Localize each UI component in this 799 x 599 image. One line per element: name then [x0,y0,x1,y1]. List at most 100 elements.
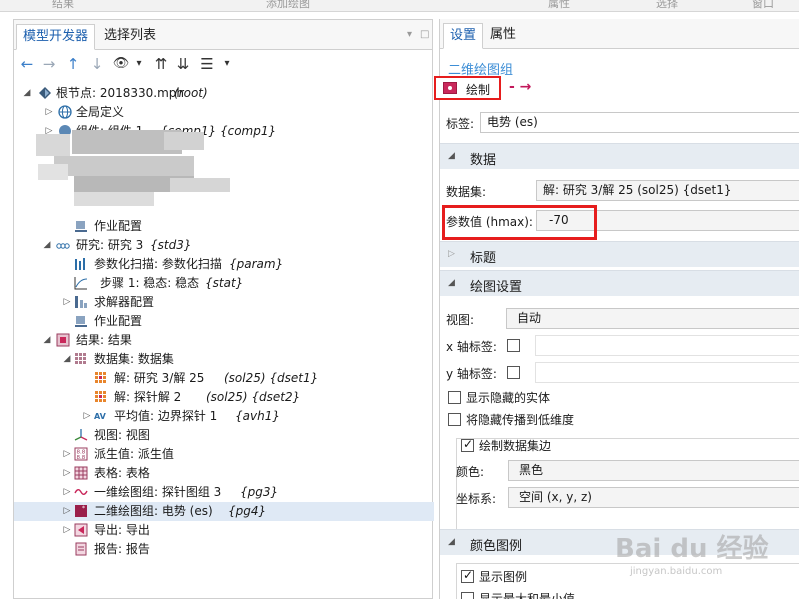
tree-node-parametric-sweep[interactable]: 参数化扫描: 参数化扫描 {param} [14,255,434,274]
label-input[interactable]: 电势 (es) [480,112,799,133]
expand-icon[interactable]: ▷ [44,103,54,122]
tree-node-label: 一维绘图组: 探针图组 3 [94,485,222,499]
tree-node-job-configurations-2[interactable]: 作业配置 [14,312,434,331]
collapse-icon[interactable]: ◢ [22,84,32,103]
section-color-legend-title: 颜色图例 [470,539,523,554]
expand-icon[interactable]: ▷ [62,521,72,540]
tree-node-root[interactable]: ◢ 根节点: 2018330.mph (root) [14,84,434,103]
move-down-icon[interactable]: ↓ [88,55,106,73]
expand-icon[interactable]: ▷ [62,502,72,521]
dataset-select[interactable]: 解: 研究 3/解 25 (sol25) {dset1} [536,180,799,201]
tree-node-results[interactable]: ◢ 结果: 结果 [14,331,434,350]
view-row: 视图: 自动 [440,306,799,330]
tab-settings[interactable]: 设置 [443,23,484,49]
tab-selection-list[interactable]: 选择列表 [98,24,162,50]
tree-node-job-configurations[interactable]: 作业配置 [14,217,434,236]
x-label-row: x 轴标签: [440,333,799,357]
reports-icon [75,542,87,556]
right-tabs: 设置 属性 [440,19,799,49]
tree-node-views[interactable]: 视图: 视图 [14,426,434,445]
ribbon-selection[interactable]: 选择 [656,0,678,11]
tree-node-solution-dset1[interactable]: 解: 研究 3/解 25 (sol25) {dset1} [14,369,434,388]
section-plot-settings[interactable]: ◢ 绘图设置 [440,270,799,296]
tree-node-tag: {pg3} [240,485,279,499]
expand-icon[interactable]: ▷ [62,445,72,464]
expand-icon[interactable]: ▷ [62,293,72,312]
tree-node-datasets[interactable]: ◢ 数据集: 数据集 [14,350,434,369]
show-hidden-checkbox[interactable] [448,391,461,404]
study-icon [56,243,70,249]
section-title-title: 标题 [470,251,497,266]
list-menu-icon[interactable]: ☰ [198,55,216,73]
tree-node-derived-values[interactable]: ▷ 8.8 8.8 派生值: 派生值 [14,445,434,464]
expand-icon[interactable]: ▷ [62,464,72,483]
show-legend-checkbox[interactable] [461,568,474,583]
collapse-all-icon[interactable]: ⇊ [174,55,192,73]
dataset-label: 数据集: [446,185,487,199]
tree-node-tables[interactable]: ▷ 表格: 表格 [14,464,434,483]
tree-node-global-definitions[interactable]: ▷ 全局定义 [14,103,434,122]
panel-maximize-icon[interactable]: □ [420,29,429,40]
expand-icon[interactable]: ▷ [82,407,92,426]
tree-node-2d-plot-group[interactable]: ▷ * 二维绘图组: 电势 (es) {pg4} [14,502,434,521]
color-row: 颜色: 黑色 [450,458,799,482]
tree-node-step-stationary[interactable]: 步骤 1: 稳态: 稳态 {stat} [14,274,434,293]
expand-icon[interactable]: ▷ [62,483,72,502]
tree-node-reports[interactable]: 报告: 报告 [14,540,434,559]
panel-menu-icon[interactable]: ▾ [407,29,412,40]
obscured-block [170,178,230,192]
tab-model-builder[interactable]: 模型开发器 [16,24,96,50]
back-arrow-icon[interactable]: ← [18,55,36,73]
move-up-icon[interactable]: ↑ [64,55,82,73]
x-label-checkbox[interactable] [507,339,520,352]
tree-node-label: 作业配置 [94,314,143,328]
tree-node-1d-plot-group[interactable]: ▷ 一维绘图组: 探针图组 3 {pg3} [14,483,434,502]
tree-node-tag: {pg4} [228,504,267,518]
tree-node-probe-solution-dset2[interactable]: 解: 探针解 2 (sol25) {dset2} [14,388,434,407]
list-menu-dropdown-icon[interactable]: ▾ [218,55,236,73]
show-minmax-checkbox[interactable] [461,592,474,599]
ribbon-add-plot[interactable]: 添加绘图 [266,0,310,11]
expand-all-icon[interactable]: ⇈ [152,55,170,73]
tree-node-label: 平均值: 边界探针 1 [114,409,218,423]
color-select[interactable]: 黑色 [508,460,799,481]
view-eye-icon[interactable]: 👁 [112,55,130,73]
solution-dataset-icon [95,372,106,383]
tree-node-study[interactable]: ◢ 研究: 研究 3 {std3} [14,236,434,255]
frame-select[interactable]: 空间 (x, y, z) [508,487,799,508]
x-label-input[interactable] [535,335,799,356]
y-label-checkbox[interactable] [507,366,520,379]
section-data[interactable]: ◢ 数据 [440,143,799,169]
view-dropdown-icon[interactable]: ▾ [130,55,148,73]
collapse-icon[interactable]: ◢ [42,331,52,350]
obscured-block [164,132,204,150]
plot-button[interactable]: 绘制 [434,76,501,100]
tree-node-label: 解: 探针解 2 [114,390,182,404]
collapse-icon[interactable]: ◢ [42,236,52,255]
section-title[interactable]: ▷ 标题 [440,241,799,267]
svg-text:8.8: 8.8 [77,455,86,461]
ribbon-window[interactable]: 窗口 [752,0,774,11]
propagate-hidden-checkbox[interactable] [448,413,461,426]
stationary-step-icon [74,277,88,290]
ribbon-properties[interactable]: 属性 [548,0,570,11]
tab-properties[interactable]: 属性 [484,23,522,49]
tree-node-export[interactable]: ▷ 导出: 导出 [14,521,434,540]
root-icon [39,87,51,99]
svg-text:*: * [82,505,85,512]
tree-node-average-boundary-probe[interactable]: ▷ AV 平均值: 边界探针 1 {avh1} [14,407,434,426]
collapse-icon[interactable]: ◢ [62,350,72,369]
forward-arrow-icon[interactable]: → [40,55,58,73]
show-hidden-label: 显示隐藏的实体 [466,391,551,405]
y-label-input[interactable] [535,362,799,383]
draw-edges-checkbox[interactable] [461,437,474,452]
job-config-icon [75,221,87,232]
tree-node-solver-configurations[interactable]: ▷ 求解器配置 [14,293,434,312]
view-select[interactable]: 自动 [506,308,799,329]
ribbon-results[interactable]: 结果 [52,0,74,11]
label-field-label: 标签: [446,117,475,131]
tree-node-tag: {stat} [205,276,244,290]
plot-icon [443,82,457,94]
collapse-icon: ◢ [448,278,455,288]
parametric-sweep-icon [75,258,85,270]
